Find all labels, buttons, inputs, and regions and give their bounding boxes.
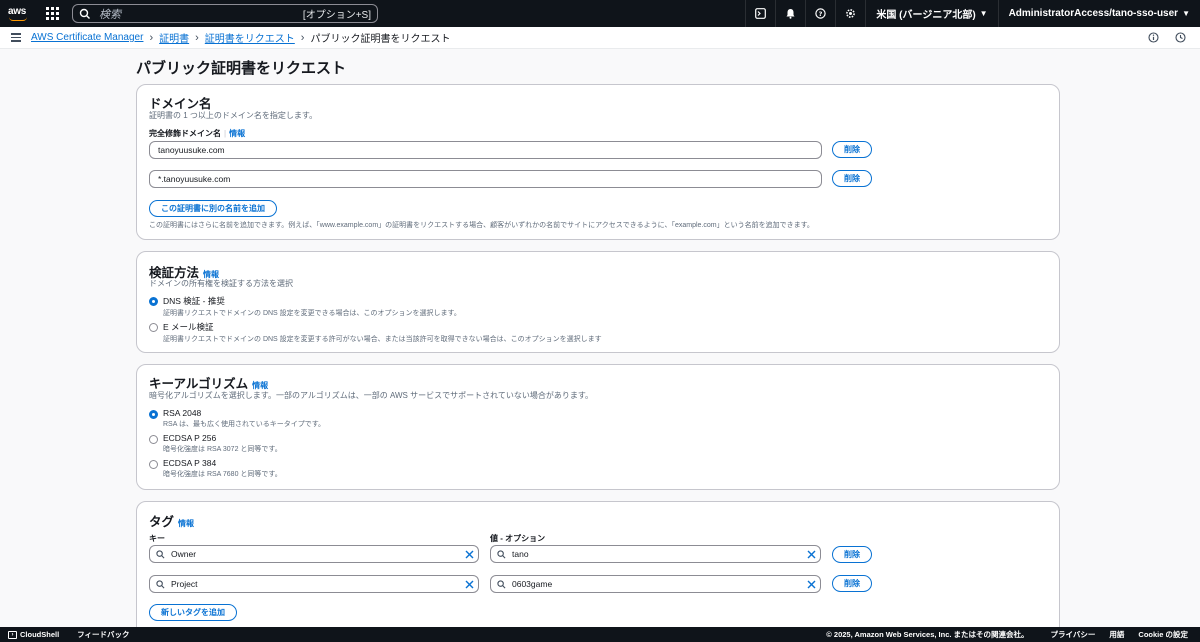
caret-down-icon: ▼ <box>979 9 988 18</box>
tag-value-input[interactable]: tano <box>490 545 821 563</box>
feedback-link[interactable]: フィードバック <box>77 629 129 640</box>
add-tag-button[interactable]: 新しいタグを追加 <box>149 604 237 621</box>
page-title: パブリック証明書をリクエスト <box>136 60 347 77</box>
radio-ecdsa-p256[interactable]: ECDSA P 256 暗号化強度は RSA 3072 と同等です。 <box>149 433 282 454</box>
tag-key-input[interactable]: Owner <box>149 545 479 563</box>
bell-icon[interactable] <box>775 0 805 27</box>
footer: › CloudShell フィードバック © 2025, Amazon Web … <box>0 627 1200 642</box>
radio-button[interactable] <box>149 460 158 469</box>
chevron-right-icon: › <box>149 31 154 44</box>
help-icon[interactable]: ? <box>805 0 835 27</box>
key-algorithm-panel: キーアルゴリズム 情報 暗号化アルゴリズムを選択します。一部のアルゴリズムは、一部… <box>136 364 1060 490</box>
domain-name-panel: ドメイン名 証明書の 1 つ以上のドメイン名を指定します。 完全修飾ドメイン名 |… <box>136 84 1060 240</box>
top-navigation: aws 検索 [オプション+S] ? 米国 (バージニア北部) ▼ Adminis… <box>0 0 1200 27</box>
tag-key-label: キー <box>149 534 165 543</box>
fqdn-label: 完全修飾ドメイン名 | 情報 <box>149 129 246 138</box>
clear-icon[interactable] <box>460 546 478 562</box>
add-domain-name-button[interactable]: この証明書に別の名前を追加 <box>149 200 277 217</box>
info-link[interactable]: 情報 <box>178 519 194 528</box>
info-link[interactable]: 情報 <box>229 129 245 138</box>
validation-section-description: ドメインの所有権を検証する方法を選択 <box>149 279 293 288</box>
radio-dns-validation[interactable]: DNS 検証 - 推奨 証明書リクエストでドメインの DNS 設定を変更できる場… <box>149 295 461 318</box>
clear-icon[interactable] <box>802 576 820 592</box>
breadcrumb-certificates[interactable]: 証明書 <box>159 30 189 45</box>
radio-rsa-2048[interactable]: RSA 2048 RSA は、最も広く使用されているキータイプです。 <box>149 408 325 429</box>
search-icon <box>79 8 90 19</box>
radio-email-validation[interactable]: E メール検証 証明書リクエストでドメインの DNS 設定を変更する許可がない場… <box>149 321 602 344</box>
services-grid-icon[interactable] <box>46 6 60 21</box>
svg-text:?: ? <box>819 10 823 18</box>
tag-value-label: 値 - オプション <box>490 534 546 543</box>
cookie-settings-link[interactable]: Cookie の設定 <box>1138 629 1188 640</box>
search-shortcut: [オプション+S] <box>302 10 371 21</box>
radio-ecdsa-p384[interactable]: ECDSA P 384 暗号化強度は RSA 7680 と同等です。 <box>149 458 282 479</box>
clock-icon[interactable] <box>1175 32 1186 43</box>
domain-section-description: 証明書の 1 つ以上のドメイン名を指定します。 <box>149 111 318 120</box>
radio-button[interactable] <box>149 297 158 306</box>
privacy-link[interactable]: プライバシー <box>1051 629 1096 640</box>
menu-icon[interactable] <box>11 33 21 42</box>
search-icon <box>497 579 506 588</box>
clear-icon[interactable] <box>802 546 820 562</box>
chevron-right-icon: › <box>195 31 199 44</box>
search-icon <box>156 579 165 588</box>
remove-domain-button[interactable]: 削除 <box>832 170 872 187</box>
aws-logo[interactable]: aws <box>8 6 30 21</box>
remove-tag-button[interactable]: 削除 <box>832 546 872 563</box>
region-selector[interactable]: 米国 (バージニア北部) ▼ <box>865 0 997 27</box>
remove-tag-button[interactable]: 削除 <box>832 575 872 592</box>
cloudshell-icon[interactable] <box>745 0 775 27</box>
caret-down-icon: ▼ <box>1182 9 1190 18</box>
info-circle-icon[interactable] <box>1148 32 1159 43</box>
tag-value-input[interactable]: 0603game <box>490 575 821 593</box>
radio-button[interactable] <box>149 323 158 332</box>
domain-name-input[interactable]: *.tanoyuusuke.com <box>149 170 822 188</box>
breadcrumb-bar: AWS Certificate Manager › 証明書 › 証明書をリクエス… <box>0 27 1200 49</box>
radio-button[interactable] <box>149 435 158 444</box>
tag-key-input[interactable]: Project <box>149 575 479 593</box>
info-link[interactable]: 情報 <box>252 381 268 390</box>
domain-hint: この証明書にはさらに名前を追加できます。例えば、「www.example.com… <box>149 222 814 229</box>
account-menu[interactable]: AdministratorAccess/tano-sso-user ▼ <box>997 0 1200 27</box>
search-icon <box>497 549 506 558</box>
search-icon <box>156 549 165 558</box>
terms-link[interactable]: 用語 <box>1109 629 1124 640</box>
cloudshell-link[interactable]: CloudShell <box>20 630 59 639</box>
key-section-description: 暗号化アルゴリズムを選択します。一部のアルゴリズムは、一部の AWS サービスで… <box>149 391 594 400</box>
tags-panel: タグ 情報 キー 値 - オプション Owner tano 削除 Project … <box>136 501 1060 641</box>
validation-method-panel: 検証方法 情報 ドメインの所有権を検証する方法を選択 DNS 検証 - 推奨 証明… <box>136 251 1060 353</box>
tags-section-title: タグ 情報 <box>149 515 195 529</box>
breadcrumb-request[interactable]: 証明書をリクエスト <box>205 30 295 45</box>
remove-domain-button[interactable]: 削除 <box>832 141 872 158</box>
search-placeholder: 検索 <box>99 8 121 21</box>
chevron-right-icon: › <box>300 31 305 44</box>
domain-name-input[interactable]: tanoyuusuke.com <box>149 141 822 159</box>
copyright-text: © 2025, Amazon Web Services, Inc. またはその関… <box>826 630 1029 639</box>
cloudshell-icon: › <box>8 630 17 639</box>
radio-button[interactable] <box>149 410 158 419</box>
search-input[interactable]: 検索 [オプション+S] <box>72 4 378 23</box>
gear-icon[interactable] <box>835 0 865 27</box>
breadcrumb-acm[interactable]: AWS Certificate Manager <box>31 32 143 43</box>
clear-icon[interactable] <box>460 576 478 592</box>
breadcrumb-current: パブリック証明書をリクエスト <box>310 34 451 45</box>
